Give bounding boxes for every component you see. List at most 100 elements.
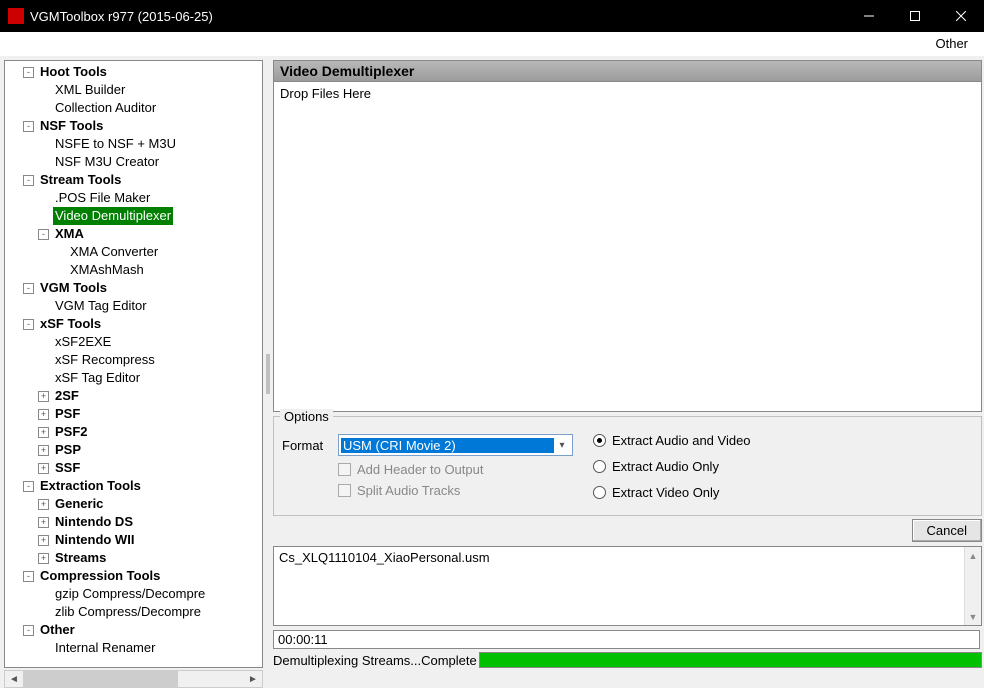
tree-item[interactable]: +Streams [5,549,262,567]
tree-item[interactable]: +PSF [5,405,262,423]
collapse-icon[interactable]: - [23,571,34,582]
status-text: Demultiplexing Streams...Complete [273,653,477,668]
collapse-icon[interactable]: - [23,283,34,294]
tool-tree[interactable]: -Hoot ToolsXML BuilderCollection Auditor… [4,60,263,668]
expand-icon[interactable]: + [38,535,49,546]
collapse-icon[interactable]: - [23,121,34,132]
tree-item-label: Video Demultiplexer [53,207,173,225]
tree-item[interactable]: +SSF [5,459,262,477]
tree-item[interactable]: gzip Compress/Decompre [5,585,262,603]
expand-icon[interactable]: + [38,463,49,474]
cancel-button[interactable]: Cancel [912,519,982,542]
tree-item-label: NSF Tools [38,117,105,135]
tree-item[interactable]: + PSF2 [5,423,262,441]
format-value: USM (CRI Movie 2) [341,438,554,453]
tree-item[interactable]: .POS File Maker [5,189,262,207]
expand-icon[interactable]: + [38,445,49,456]
maximize-button[interactable] [892,0,938,32]
tree-item-label: XML Builder [53,81,127,99]
expand-icon[interactable]: + [38,427,49,438]
tree-item-label: xSF Tools [38,315,103,333]
radio-extract-video[interactable]: Extract Video Only [593,479,751,505]
tree-item-label: NSFE to NSF + M3U [53,135,178,153]
scroll-down-icon[interactable]: ▼ [965,608,981,625]
tree-item[interactable]: xSF2EXE [5,333,262,351]
tree-item[interactable]: + PSP [5,441,262,459]
file-drop-zone[interactable]: Drop Files Here [273,82,982,412]
scrollbar-thumb[interactable] [23,671,178,687]
expand-icon[interactable]: + [38,553,49,564]
expand-icon[interactable]: + [38,409,49,420]
tree-item[interactable]: + Nintendo DS [5,513,262,531]
expand-icon[interactable]: + [38,391,49,402]
tree-item[interactable]: -Compression Tools [5,567,262,585]
log-line: Cs_XLQ1110104_XiaoPersonal.usm [279,550,490,565]
tree-item[interactable]: +Nintendo WII [5,531,262,549]
close-button[interactable] [938,0,984,32]
status-bar: Demultiplexing Streams...Complete [273,651,982,669]
scroll-right-icon[interactable]: ► [244,671,262,687]
tree-item[interactable]: XMA Converter [5,243,262,261]
minimize-button[interactable] [846,0,892,32]
progress-bar [479,652,982,668]
expand-icon[interactable]: + [38,517,49,528]
tree-item[interactable]: -Stream Tools [5,171,262,189]
checkbox-split-audio: Split Audio Tracks [338,483,573,498]
options-legend: Options [280,409,333,424]
tree-item-label: .POS File Maker [53,189,152,207]
tree-item[interactable]: zlib Compress/Decompre [5,603,262,621]
scroll-left-icon[interactable]: ◄ [5,671,23,687]
tree-item[interactable]: NSFE to NSF + M3U [5,135,262,153]
tree-item[interactable]: -VGM Tools [5,279,262,297]
menu-other[interactable]: Other [929,34,974,53]
collapse-icon[interactable]: - [38,229,49,240]
tree-item[interactable]: -Other [5,621,262,639]
tree-item-label: XMA Converter [68,243,160,261]
tree-item[interactable]: -NSF Tools [5,117,262,135]
tree-item[interactable]: -Hoot Tools [5,63,262,81]
tree-item-label: NSF M3U Creator [53,153,161,171]
tree-item[interactable]: VGM Tag Editor [5,297,262,315]
tree-item[interactable]: NSF M3U Creator [5,153,262,171]
collapse-icon[interactable]: - [23,175,34,186]
radio-extract-audio[interactable]: Extract Audio Only [593,453,751,479]
log-vertical-scrollbar[interactable]: ▲ ▼ [964,547,981,625]
tree-item-label: XMA [53,225,86,243]
collapse-icon[interactable]: - [23,67,34,78]
tree-item[interactable]: -xSF Tools [5,315,262,333]
tree-item-label: Extraction Tools [38,477,143,495]
tree-item-label: Nintendo DS [53,513,135,531]
log-output[interactable]: Cs_XLQ1110104_XiaoPersonal.usm ▲ ▼ [273,546,982,626]
tree-item[interactable]: xSF Recompress [5,351,262,369]
radio-extract-av[interactable]: Extract Audio and Video [593,427,751,453]
app-icon [8,8,24,24]
tree-item-label: gzip Compress/Decompre [53,585,207,603]
tree-horizontal-scrollbar[interactable]: ◄ ► [4,670,263,688]
title-bar: VGMToolbox r977 (2015-06-25) [0,0,984,32]
format-combobox[interactable]: USM (CRI Movie 2) ▾ [338,434,573,456]
splitter[interactable] [263,60,273,688]
chevron-down-icon: ▾ [554,440,570,451]
tree-item-label: PSP [53,441,83,459]
collapse-icon[interactable]: - [23,481,34,492]
tree-item[interactable]: -Extraction Tools [5,477,262,495]
tree-item[interactable]: Internal Renamer [5,639,262,657]
format-label: Format [282,438,338,453]
scroll-up-icon[interactable]: ▲ [965,547,981,564]
tree-item[interactable]: +Generic [5,495,262,513]
menu-bar: Other [0,32,984,56]
tree-item-label: PSF2 [53,423,90,441]
tree-item[interactable]: Collection Auditor [5,99,262,117]
tree-item[interactable]: XML Builder [5,81,262,99]
panel-title: Video Demultiplexer [273,60,982,82]
tree-item[interactable]: -XMA [5,225,262,243]
tree-item[interactable]: Video Demultiplexer [5,207,262,225]
tree-item-label: Hoot Tools [38,63,109,81]
tree-item-label: VGM Tools [38,279,109,297]
collapse-icon[interactable]: - [23,319,34,330]
tree-item[interactable]: XMAshMash [5,261,262,279]
tree-item[interactable]: xSF Tag Editor [5,369,262,387]
collapse-icon[interactable]: - [23,625,34,636]
expand-icon[interactable]: + [38,499,49,510]
tree-item[interactable]: +2SF [5,387,262,405]
